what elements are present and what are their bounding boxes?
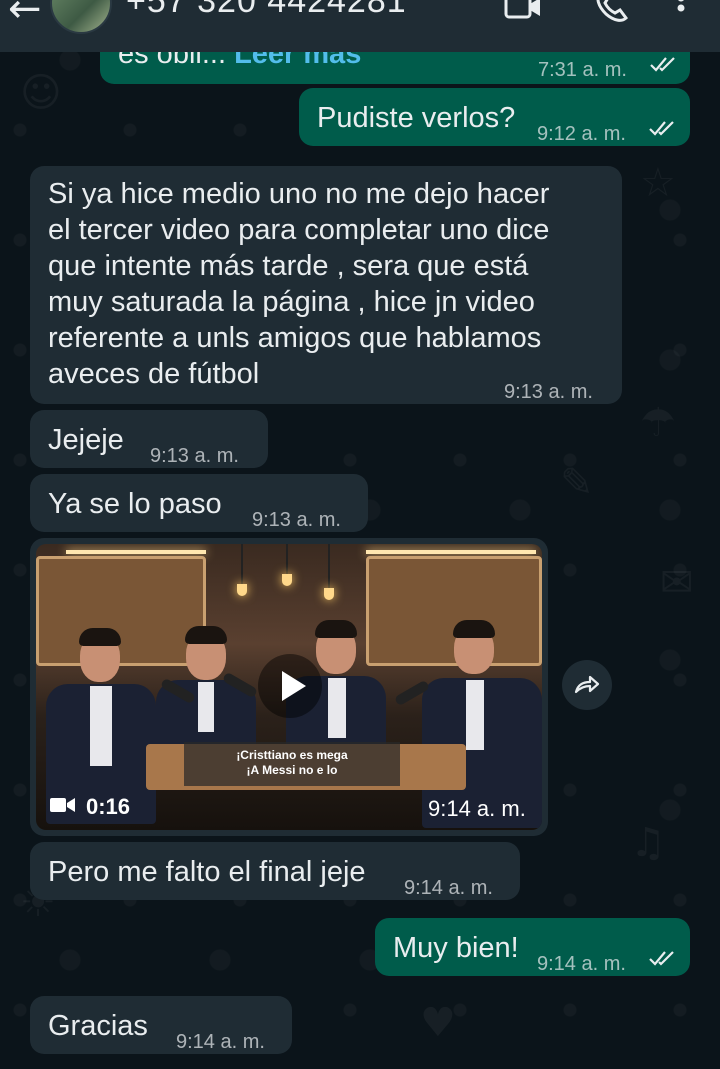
video-caption-line: ¡Cristtiano es mega [236,748,348,762]
message-text: Jejeje [48,424,124,456]
person-hair [79,628,121,646]
message-time: 9:14 a. m. [176,1031,265,1053]
person-hair [185,626,227,644]
lamp-wire [286,544,288,574]
message-bubble-incoming[interactable]: Si ya hice medio uno no me dejo hacer el… [30,166,622,404]
wallpaper-doodle-icon: ♫ [630,820,666,866]
chat-wallpaper: ☺ ☆ ☂ ✉ ♫ ☀ ♥ ✎ [0,0,720,1069]
wallpaper-doodle-icon: ☺ [20,70,62,116]
message-time: 9:14 a. m. [537,953,626,975]
message-text: Gracias [48,1010,148,1042]
video-camera-icon [50,798,75,812]
video-caption: ¡Cristtiano es mega ¡A Messi no e lo [184,742,400,786]
wallpaper-doodle-icon: ☆ [640,160,676,206]
person-hair [453,620,495,638]
message-time: 9:12 a. m. [537,123,626,145]
video-thumbnail[interactable]: ¡Cristtiano es mega ¡A Messi no e lo 0:1… [36,544,542,830]
more-vertical-icon[interactable] [676,0,686,22]
contact-avatar[interactable] [50,0,112,34]
person-shirt [466,680,484,750]
video-caption-line: ¡A Messi no e lo [246,763,338,777]
phone-icon[interactable] [594,0,628,22]
wallpaper-doodle-icon: ☂ [640,400,676,446]
message-text: Si ya hice medio uno no me dejo hacer el… [48,178,550,390]
lamp [282,574,292,586]
double-check-icon [649,951,674,966]
message-time: 9:13 a. m. [252,509,341,531]
person-hair [315,620,357,638]
message-time: 7:31 a. m. [538,59,627,81]
forward-button[interactable] [562,660,612,710]
light-strip [366,550,536,554]
message-bubble-outgoing[interactable]: Muy bien! 9:14 a. m. [375,918,690,976]
play-icon [282,671,306,701]
video-duration: 0:16 [86,794,131,819]
message-bubble-incoming[interactable]: Ya se lo paso 9:13 a. m. [30,474,368,532]
contact-number[interactable]: +57 320 4424281 [126,0,407,21]
message-time: 9:14 a. m. [428,796,526,821]
message-bubble-outgoing[interactable]: Pudiste verlos? 9:12 a. m. [299,88,690,146]
locker-shelf [36,556,206,666]
message-bubble-incoming[interactable]: Jejeje 9:13 a. m. [30,410,268,468]
person-shirt [328,678,346,738]
wallpaper-doodle-icon: ✉ [660,560,694,606]
message-time: 9:14 a. m. [404,877,493,899]
message-bubble-incoming[interactable]: Pero me falto el final jeje 9:14 a. m. [30,842,520,900]
light-strip [66,550,206,554]
play-button[interactable] [258,654,322,718]
forward-icon [574,675,600,694]
video-message[interactable]: ¡Cristtiano es mega ¡A Messi no e lo 0:1… [30,538,548,836]
double-check-icon [650,57,675,72]
video-camera-icon[interactable] [504,0,542,20]
message-text: Pero me falto el final jeje [48,856,366,888]
wallpaper-doodle-icon: ✎ [560,460,594,506]
wallpaper-doodle-icon: ♥ [420,1000,456,1046]
message-time: 9:13 a. m. [150,445,239,467]
lamp-wire [328,544,330,588]
message-text: Pudiste verlos? [317,102,516,134]
double-check-icon [649,121,674,136]
lamp-wire [241,544,243,584]
person-shirt [90,686,112,766]
message-text: Muy bien! [393,932,519,964]
arrow-left-icon[interactable]: ← [8,0,42,32]
lamp [237,584,247,596]
person-shirt [198,682,214,732]
message-bubble-incoming[interactable]: Gracias 9:14 a. m. [30,996,292,1054]
chat-header: ← +57 320 4424281 [0,0,720,52]
lamp [324,588,334,600]
message-time: 9:13 a. m. [504,381,593,403]
message-text: Ya se lo paso [48,488,222,520]
